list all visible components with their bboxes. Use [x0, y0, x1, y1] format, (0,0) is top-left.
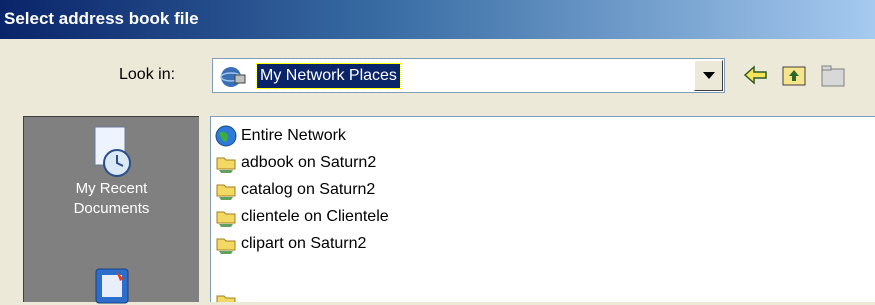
file-name: catalog on Saturn2 [241, 180, 376, 198]
file-name: clipart on Saturn2 [241, 234, 367, 252]
list-item[interactable]: Entire Network [215, 122, 346, 149]
desktop-icon [95, 268, 128, 304]
places-label-line1: My Recent [75, 180, 148, 197]
network-folder-icon [216, 238, 236, 254]
file-name: clientele on Clientele [241, 207, 389, 225]
network-places-icon [220, 67, 246, 87]
list-item[interactable]: clipart on Saturn2 [215, 230, 366, 257]
network-folder-icon [216, 157, 236, 173]
network-folder-icon [216, 184, 236, 200]
file-name: adbook on Saturn2 [241, 153, 377, 171]
list-item[interactable]: clientele on Clientele [215, 203, 389, 230]
network-folder-icon [216, 295, 236, 302]
window-title: Select address book file [4, 9, 199, 28]
look-in-dropdown[interactable]: My Network Places [212, 58, 725, 93]
places-item-recent-documents[interactable]: My Recent Documents [24, 125, 199, 219]
title-bar[interactable]: Select address book file [0, 0, 875, 39]
list-item[interactable] [215, 287, 241, 302]
file-name: Entire Network [241, 126, 346, 144]
places-bar: My Recent Documents [23, 116, 199, 305]
list-item[interactable]: adbook on Saturn2 [215, 149, 376, 176]
up-folder-icon[interactable] [781, 62, 807, 88]
list-item[interactable]: catalog on Saturn2 [215, 176, 375, 203]
back-arrow-icon[interactable] [743, 64, 769, 86]
places-label-line2: Documents [73, 200, 150, 217]
file-list[interactable]: Entire Network adbook on Saturn2 catalog… [210, 116, 875, 302]
globe-icon [215, 125, 237, 146]
recent-documents-icon [94, 126, 131, 177]
look-in-selected-value: My Network Places [256, 63, 401, 89]
look-in-label: Look in: [119, 66, 176, 83]
dropdown-arrow-button[interactable] [694, 60, 723, 91]
network-folder-icon [216, 211, 236, 227]
chevron-down-icon [703, 72, 715, 79]
places-item-desktop[interactable] [24, 265, 199, 305]
new-folder-icon[interactable] [820, 62, 846, 88]
